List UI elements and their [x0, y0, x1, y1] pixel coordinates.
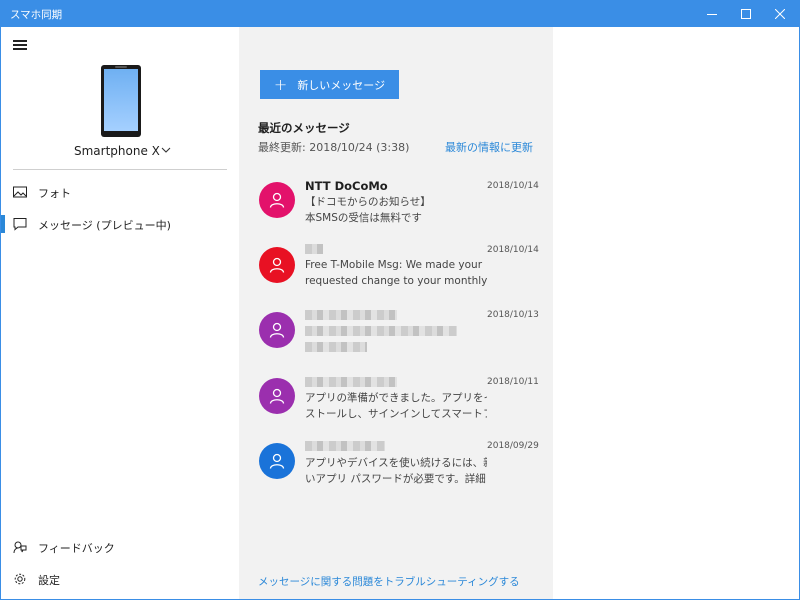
person-icon: [269, 453, 285, 469]
nav-divider: [13, 169, 227, 170]
person-icon: [269, 388, 285, 404]
message-preview-line: いアプリ パスワードが必要です。詳細: ht: [305, 473, 487, 485]
person-icon: [269, 192, 285, 208]
nav-label-feedback: フィードバック: [38, 542, 115, 555]
nav-item-photos[interactable]: フォト: [1, 177, 239, 207]
redacted-sender: [305, 377, 397, 387]
redacted-sender: [305, 310, 397, 320]
minimize-icon: [707, 14, 717, 15]
refresh-link[interactable]: 最新の情報に更新: [445, 139, 533, 155]
redacted-sender: [305, 244, 323, 254]
nav-item-settings[interactable]: 設定: [1, 564, 239, 594]
message-preview-line: アプリやデバイスを使い続けるには、新し: [305, 457, 487, 469]
redacted-preview: [305, 342, 367, 352]
active-indicator: [1, 215, 5, 233]
conversation-pane: [553, 27, 799, 599]
nav-label-settings: 設定: [38, 574, 60, 587]
last-update-text: 最終更新: 2018/10/24 (3:38): [258, 141, 410, 154]
message-list-pane: + 新しいメッセージ 最近のメッセージ 最終更新: 2018/10/24 (3:…: [239, 27, 553, 599]
recent-messages-heading: 最近のメッセージ: [258, 121, 350, 135]
message-item[interactable]: 2018/10/14 Free T-Mobile Msg: We made yo…: [239, 243, 553, 303]
avatar: [259, 443, 295, 479]
message-sender: NTT DoCoMo: [305, 179, 388, 193]
message-item[interactable]: 2018/10/11 アプリの準備ができました。アプリをイン ストールし、サイン…: [239, 375, 553, 435]
nav-item-feedback[interactable]: フィードバック: [1, 532, 239, 562]
photo-icon: [13, 186, 27, 198]
person-icon: [269, 257, 285, 273]
window-title: スマホ同期: [10, 9, 63, 21]
navigation-pane: Smartphone X フォト メッセージ (プレビュー中) フィードバック …: [1, 27, 239, 599]
close-icon: [775, 9, 785, 19]
device-name[interactable]: Smartphone X: [74, 144, 160, 158]
message-preview-line: ストールし、サインインしてスマートフォンと: [305, 408, 487, 420]
nav-label-photos: フォト: [38, 187, 71, 200]
message-date: 2018/10/13: [487, 310, 539, 320]
title-bar: スマホ同期: [1, 1, 799, 27]
avatar: [259, 182, 295, 218]
avatar: [259, 247, 295, 283]
avatar: [259, 378, 295, 414]
troubleshoot-link[interactable]: メッセージに関する問題をトラブルシューティングする: [258, 574, 520, 589]
message-date: 2018/10/14: [487, 181, 539, 191]
phone-illustration: [101, 65, 141, 137]
nav-item-messages[interactable]: メッセージ (プレビュー中): [1, 209, 239, 239]
maximize-icon: [741, 9, 751, 19]
person-icon: [269, 322, 285, 338]
message-date: 2018/10/14: [487, 245, 539, 255]
message-preview-line: 【ドコモからのお知らせ】: [305, 196, 431, 208]
close-button[interactable]: [757, 1, 800, 27]
message-date: 2018/10/11: [487, 377, 539, 387]
message-preview-line: アプリの準備ができました。アプリをイン: [305, 392, 487, 404]
redacted-preview: [305, 326, 457, 336]
feedback-icon: [13, 541, 27, 554]
nav-label-messages: メッセージ (プレビュー中): [38, 219, 171, 232]
message-item[interactable]: 2018/09/29 アプリやデバイスを使い続けるには、新し いアプリ パスワー…: [239, 439, 553, 499]
message-icon: [13, 218, 27, 231]
app-window: スマホ同期 Smartphone X フォト メッセージ (プレビュー中) フィ…: [0, 0, 800, 600]
gear-icon: [14, 573, 26, 585]
message-preview-line: requested change to your monthly: [305, 275, 487, 287]
plus-icon: +: [273, 74, 288, 94]
message-preview-line: 本SMSの受信は無料です: [305, 212, 422, 224]
hamburger-menu-icon[interactable]: [13, 40, 27, 52]
message-preview-line: Free T-Mobile Msg: We made your: [305, 259, 483, 271]
avatar: [259, 312, 295, 348]
chevron-down-icon[interactable]: [161, 147, 171, 154]
message-item[interactable]: 2018/10/13: [239, 308, 553, 368]
new-message-button[interactable]: + 新しいメッセージ: [260, 70, 399, 99]
message-date: 2018/09/29: [487, 441, 539, 451]
redacted-sender: [305, 441, 385, 451]
new-message-label: 新しいメッセージ: [297, 78, 386, 92]
message-item[interactable]: NTT DoCoMo 2018/10/14 【ドコモからのお知らせ】 本SMSの…: [239, 179, 553, 239]
